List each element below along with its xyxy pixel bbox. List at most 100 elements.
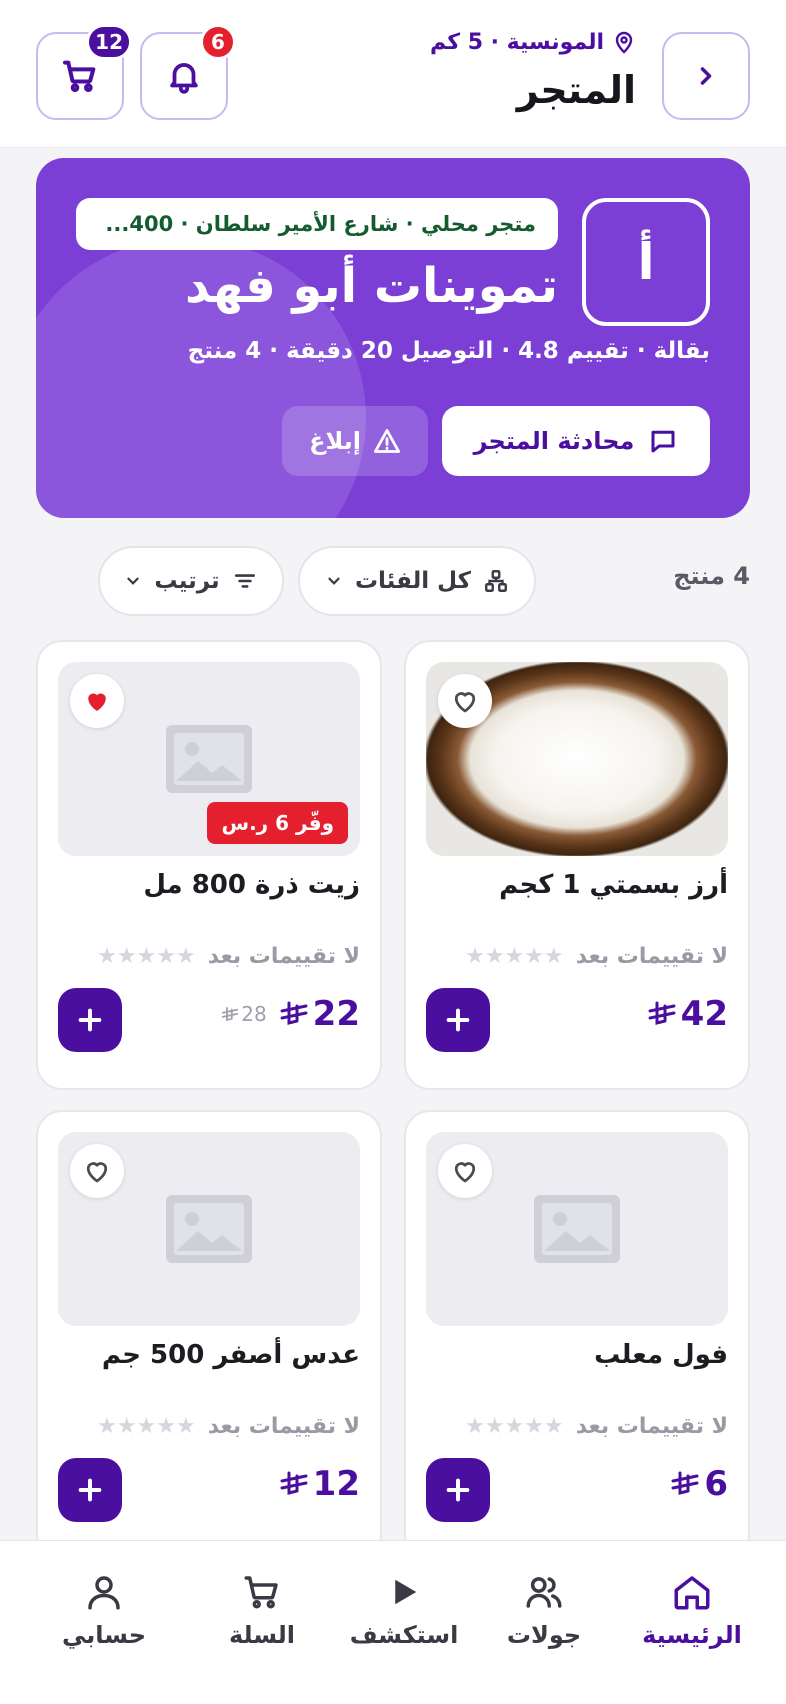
product-card[interactable]: أرز بسمتي 1 كجم لا تقييمات بعد ★★★★★ 42	[404, 640, 750, 1090]
chevron-down-icon	[124, 572, 142, 590]
product-rating: لا تقييمات بعد ★★★★★	[426, 1414, 728, 1439]
heart-outline-icon	[82, 1156, 112, 1186]
report-label: إبلاغ	[309, 427, 361, 455]
home-icon	[671, 1571, 713, 1613]
discount-badge: وفّر 6 ر.س	[207, 802, 348, 844]
plus-icon	[444, 1476, 472, 1504]
riyal-icon	[670, 1470, 700, 1498]
current-price: 6	[670, 1464, 728, 1504]
sort-filter-label: ترتيب	[154, 568, 220, 594]
product-name: فول معلب	[594, 1340, 728, 1370]
location-label[interactable]: المونسية · 5 كم	[430, 30, 636, 55]
price-value: 6	[704, 1464, 728, 1504]
plus-icon	[444, 1006, 472, 1034]
product-count: 4 منتج	[673, 562, 750, 590]
sort-filter[interactable]: ترتيب	[98, 546, 284, 616]
store-card: أ متجر محلي · شارع الأمير سلطان · 400...…	[36, 158, 750, 518]
product-name: عدس أصفر 500 جم	[101, 1340, 360, 1370]
store-logo: أ	[582, 198, 710, 326]
heart-filled-icon	[82, 686, 112, 716]
rating-text: لا تقييمات بعد	[575, 1414, 728, 1439]
categories-icon	[483, 568, 509, 594]
nav-item-explore[interactable]: استكشف	[334, 1571, 474, 1649]
riyal-icon	[279, 1470, 309, 1498]
rating-text: لا تقييمات بعد	[575, 944, 728, 969]
product-image	[426, 662, 728, 856]
favorite-button[interactable]	[438, 674, 492, 728]
notifications-button[interactable]: 6	[140, 24, 236, 120]
riyal-icon	[279, 1000, 309, 1028]
report-button[interactable]: إبلاغ	[282, 406, 428, 476]
nav-label-cart: السلة	[229, 1621, 296, 1649]
riyal-icon	[221, 1006, 239, 1023]
nav-item-account[interactable]: حسابي	[34, 1571, 174, 1649]
location-text: المونسية · 5 كم	[429, 30, 604, 55]
product-image-placeholder: وفّر 6 ر.س	[58, 662, 360, 856]
image-placeholder-icon	[164, 723, 254, 795]
product-card[interactable]: فول معلب لا تقييمات بعد ★★★★★ 6	[404, 1110, 750, 1560]
product-price: 42	[647, 994, 728, 1034]
add-to-cart-button[interactable]	[426, 1458, 490, 1522]
current-price: 12	[279, 1464, 360, 1504]
warning-icon	[373, 427, 401, 455]
chevron-down-icon	[325, 572, 343, 590]
nav-item-home[interactable]: الرئيسية	[622, 1571, 762, 1649]
chevron-right-icon	[692, 62, 720, 90]
chat-store-label: محادثة المتجر	[473, 427, 635, 455]
notifications-badge: 6	[200, 24, 236, 60]
cart-icon	[241, 1571, 283, 1613]
star-rating-icon: ★★★★★	[97, 1414, 196, 1439]
store-address: متجر محلي · شارع الأمير سلطان · 400...	[76, 198, 558, 250]
add-to-cart-button[interactable]	[426, 988, 490, 1052]
rating-text: لا تقييمات بعد	[207, 944, 360, 969]
category-filter[interactable]: كل الفئات	[298, 546, 536, 616]
sort-icon	[232, 568, 258, 594]
nav-item-tours[interactable]: جولات	[474, 1571, 614, 1649]
cart-badge: 12	[86, 24, 132, 60]
plus-icon	[76, 1476, 104, 1504]
add-to-cart-button[interactable]	[58, 1458, 122, 1522]
price-value: 42	[680, 994, 728, 1034]
nav-label-account: حسابي	[61, 1621, 147, 1649]
product-price: 6	[670, 1464, 728, 1504]
store-meta: بقالة · تقييم 4.8 · التوصيل 20 دقيقة · 4…	[187, 338, 710, 364]
product-card[interactable]: عدس أصفر 500 جم لا تقييمات بعد ★★★★★ 12	[36, 1110, 382, 1560]
chat-icon	[648, 426, 678, 456]
star-rating-icon: ★★★★★	[465, 944, 564, 969]
add-to-cart-button[interactable]	[58, 988, 122, 1052]
favorite-button[interactable]	[70, 1144, 124, 1198]
chat-store-button[interactable]: محادثة المتجر	[442, 406, 710, 476]
rating-text: لا تقييمات بعد	[207, 1414, 360, 1439]
old-price: 28	[221, 1002, 267, 1026]
price-value: 12	[312, 1464, 360, 1504]
bottom-navigation: الرئيسية جولات استكشف السلة حسابي	[0, 1540, 786, 1704]
image-placeholder-icon	[532, 1193, 622, 1265]
favorite-button[interactable]	[438, 1144, 492, 1198]
product-price: 22 28	[221, 994, 360, 1034]
product-price: 12	[279, 1464, 360, 1504]
current-price: 22	[279, 994, 360, 1034]
nav-label-tours: جولات	[506, 1621, 582, 1649]
nav-label-explore: استكشف	[349, 1621, 459, 1649]
store-name: تموينات أبو فهد	[184, 258, 558, 314]
star-rating-icon: ★★★★★	[465, 1414, 564, 1439]
back-button[interactable]	[662, 32, 750, 120]
users-icon	[523, 1571, 565, 1613]
favorite-button[interactable]	[70, 674, 124, 728]
product-card[interactable]: وفّر 6 ر.س زيت ذرة 800 مل لا تقييمات بعد…	[36, 640, 382, 1090]
star-rating-icon: ★★★★★	[97, 944, 196, 969]
nav-label-home: الرئيسية	[642, 1621, 742, 1649]
current-price: 42	[647, 994, 728, 1034]
category-filter-label: كل الفئات	[354, 568, 472, 594]
nav-item-cart[interactable]: السلة	[192, 1571, 332, 1649]
product-rating: لا تقييمات بعد ★★★★★	[426, 944, 728, 969]
product-image-placeholder	[58, 1132, 360, 1326]
cart-icon	[60, 56, 100, 96]
bell-icon	[165, 57, 203, 95]
play-icon	[383, 1571, 425, 1613]
old-price-value: 28	[241, 1002, 267, 1026]
top-bar: المونسية · 5 كم المتجر 6 12	[0, 0, 786, 148]
cart-button[interactable]: 12	[36, 24, 132, 120]
heart-outline-icon	[450, 1156, 480, 1186]
map-pin-icon	[612, 31, 636, 55]
